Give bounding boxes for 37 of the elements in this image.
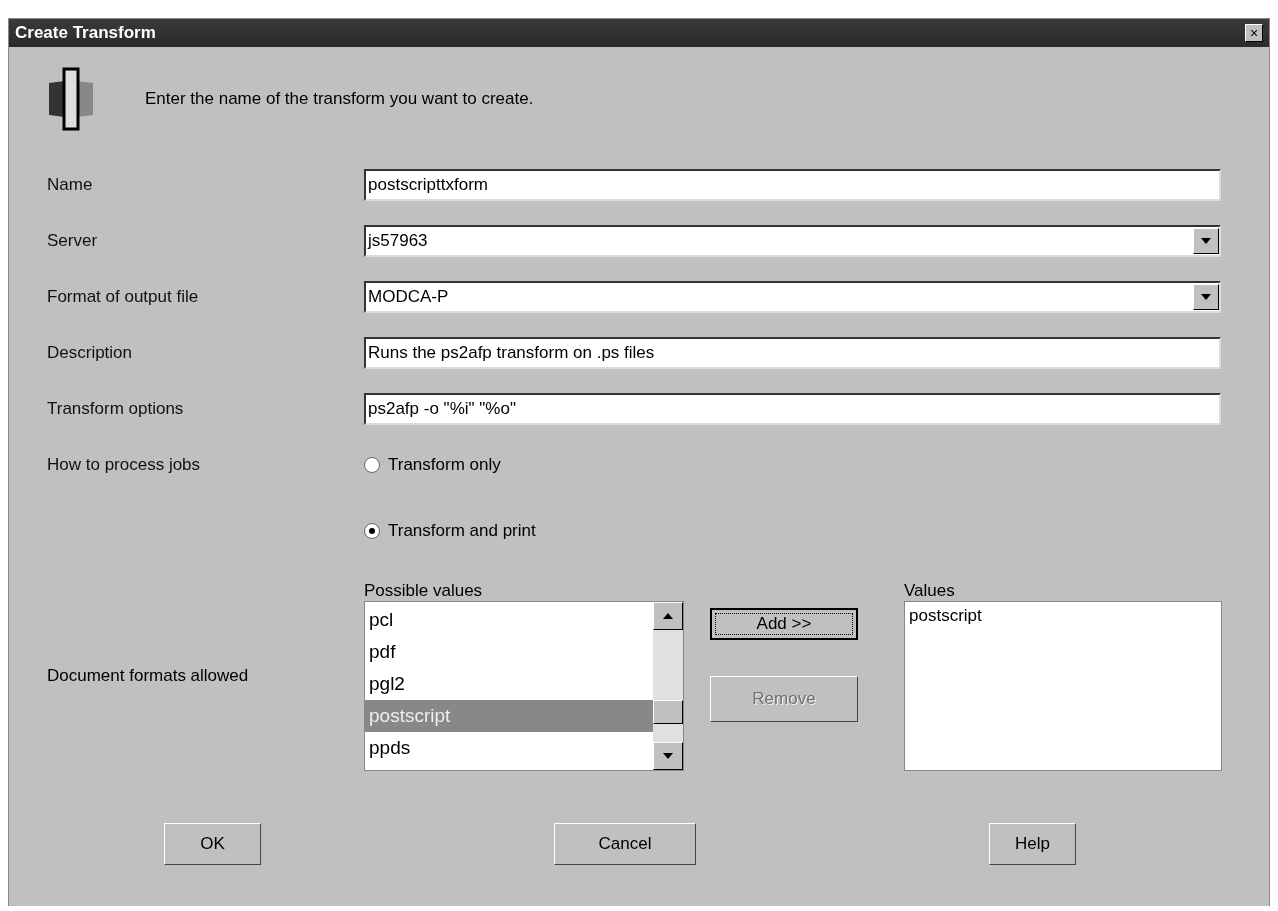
list-item[interactable]: pdf <box>365 636 653 668</box>
scrollbar[interactable] <box>653 602 683 770</box>
field-label: Format of output file <box>47 287 200 307</box>
list-label: Values <box>904 581 956 601</box>
field-label: Description <box>47 343 134 363</box>
list-item[interactable]: pcl <box>365 604 653 636</box>
dropdown-field[interactable]: MODCA-P <box>364 281 1221 313</box>
list-item[interactable]: ppds <box>365 732 653 764</box>
scroll-up-icon <box>662 612 674 620</box>
input-field[interactable]: postscripttxform <box>364 169 1221 201</box>
scroll-down-icon <box>1200 293 1212 301</box>
dropdown-field[interactable]: js57963 <box>364 225 1221 257</box>
list-item[interactable]: pgl2 <box>365 668 653 700</box>
field-label: Transform options <box>47 399 185 419</box>
field-label: Server <box>47 231 99 251</box>
list-item[interactable]: postscript <box>909 606 1217 626</box>
input-field[interactable]: Runs the ps2afp transform on .ps files <box>364 337 1221 369</box>
dialog-button[interactable]: OK <box>164 823 261 865</box>
transform-icon <box>47 67 95 131</box>
window-title: Create Transform <box>15 23 156 43</box>
instruction-text: Enter the name of the transform you want to create. <box>145 89 534 109</box>
scroll-down-icon <box>1200 237 1212 245</box>
add-button[interactable]: Add >> <box>710 608 858 640</box>
radio-button[interactable] <box>364 457 380 473</box>
scroll-thumb[interactable] <box>653 700 683 724</box>
scroll-down-icon <box>662 752 674 760</box>
close-button[interactable]: × <box>1245 24 1263 42</box>
dialog-button[interactable]: Help <box>989 823 1076 865</box>
dialog-button[interactable]: Cancel <box>554 823 696 865</box>
radio-option[interactable]: Transform only <box>364 450 501 480</box>
list-label: Possible values <box>364 581 484 601</box>
field-label: How to process jobs <box>47 455 202 475</box>
radio-option[interactable]: Transform and print <box>364 516 536 546</box>
field-label: Document formats allowed <box>47 666 250 686</box>
radio-button[interactable] <box>364 523 380 539</box>
field-label: Name <box>47 175 94 195</box>
input-field[interactable]: ps2afp -o "%i" "%o" <box>364 393 1221 425</box>
